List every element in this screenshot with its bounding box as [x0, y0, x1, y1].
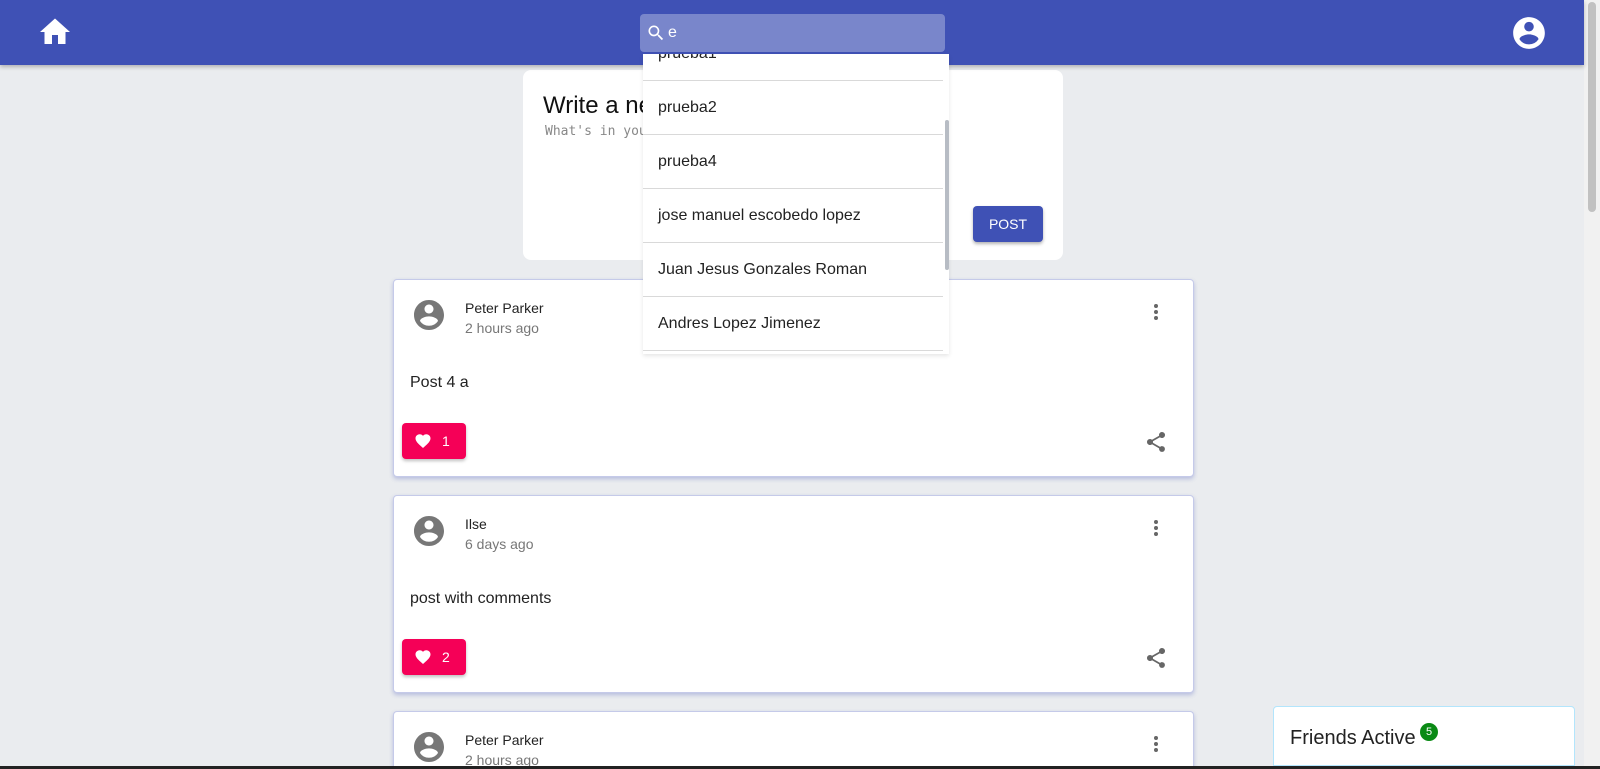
- post-author[interactable]: Peter Parker: [465, 732, 544, 748]
- home-button[interactable]: [36, 14, 74, 50]
- page-scrollbar[interactable]: [1584, 0, 1600, 766]
- friends-active-panel[interactable]: Friends Active 5: [1273, 706, 1575, 766]
- search-result-item[interactable]: prueba4: [643, 135, 943, 189]
- friends-active-badge: 5: [1420, 723, 1438, 741]
- search-result-item[interactable]: Andres Lopez Jimenez: [643, 297, 943, 351]
- post-body: post with comments: [410, 590, 552, 607]
- post-button[interactable]: POST: [973, 206, 1043, 242]
- post-author[interactable]: Ilse: [465, 516, 487, 532]
- post-author[interactable]: Peter Parker: [465, 300, 544, 316]
- search-results-dropdown[interactable]: prueba1 prueba2 prueba4 jose manuel esco…: [643, 54, 949, 354]
- heart-icon: [415, 434, 431, 449]
- like-count: 2: [442, 649, 450, 665]
- dropdown-scrollbar[interactable]: [945, 120, 949, 270]
- post-body: Post 4 a: [410, 374, 469, 391]
- avatar-icon: [414, 300, 444, 330]
- friends-active-title: Friends Active: [1290, 727, 1416, 749]
- search-result-item[interactable]: Juan Jesus Gonzales Roman: [643, 243, 943, 297]
- search-result-item[interactable]: prueba1: [643, 54, 943, 81]
- page-scrollbar-thumb[interactable]: [1588, 2, 1596, 212]
- post-card: Peter Parker 2 hours ago: [393, 711, 1194, 769]
- avatar-icon: [414, 516, 444, 546]
- home-icon: [40, 18, 70, 44]
- like-button[interactable]: 2: [402, 639, 466, 675]
- avatar-icon: [414, 732, 444, 762]
- search-input[interactable]: [668, 21, 933, 45]
- more-vert-icon[interactable]: [1144, 300, 1168, 324]
- search-result-item[interactable]: jose manuel escobedo lopez: [643, 189, 943, 243]
- post-card: Ilse 6 days ago post with comments 2: [393, 495, 1194, 693]
- more-vert-icon[interactable]: [1144, 732, 1168, 756]
- share-icon[interactable]: [1144, 430, 1168, 454]
- more-vert-icon[interactable]: [1144, 516, 1168, 540]
- share-icon[interactable]: [1144, 646, 1168, 670]
- search-icon: [648, 25, 664, 41]
- heart-icon: [415, 650, 431, 665]
- account-button[interactable]: [1510, 14, 1548, 52]
- search-box[interactable]: [640, 14, 945, 52]
- post-time: 6 days ago: [465, 536, 534, 552]
- search-result-item[interactable]: prueba2: [643, 81, 943, 135]
- post-time: 2 hours ago: [465, 320, 539, 336]
- like-count: 1: [442, 433, 450, 449]
- account-circle-icon: [1513, 17, 1545, 49]
- like-button[interactable]: 1: [402, 423, 466, 459]
